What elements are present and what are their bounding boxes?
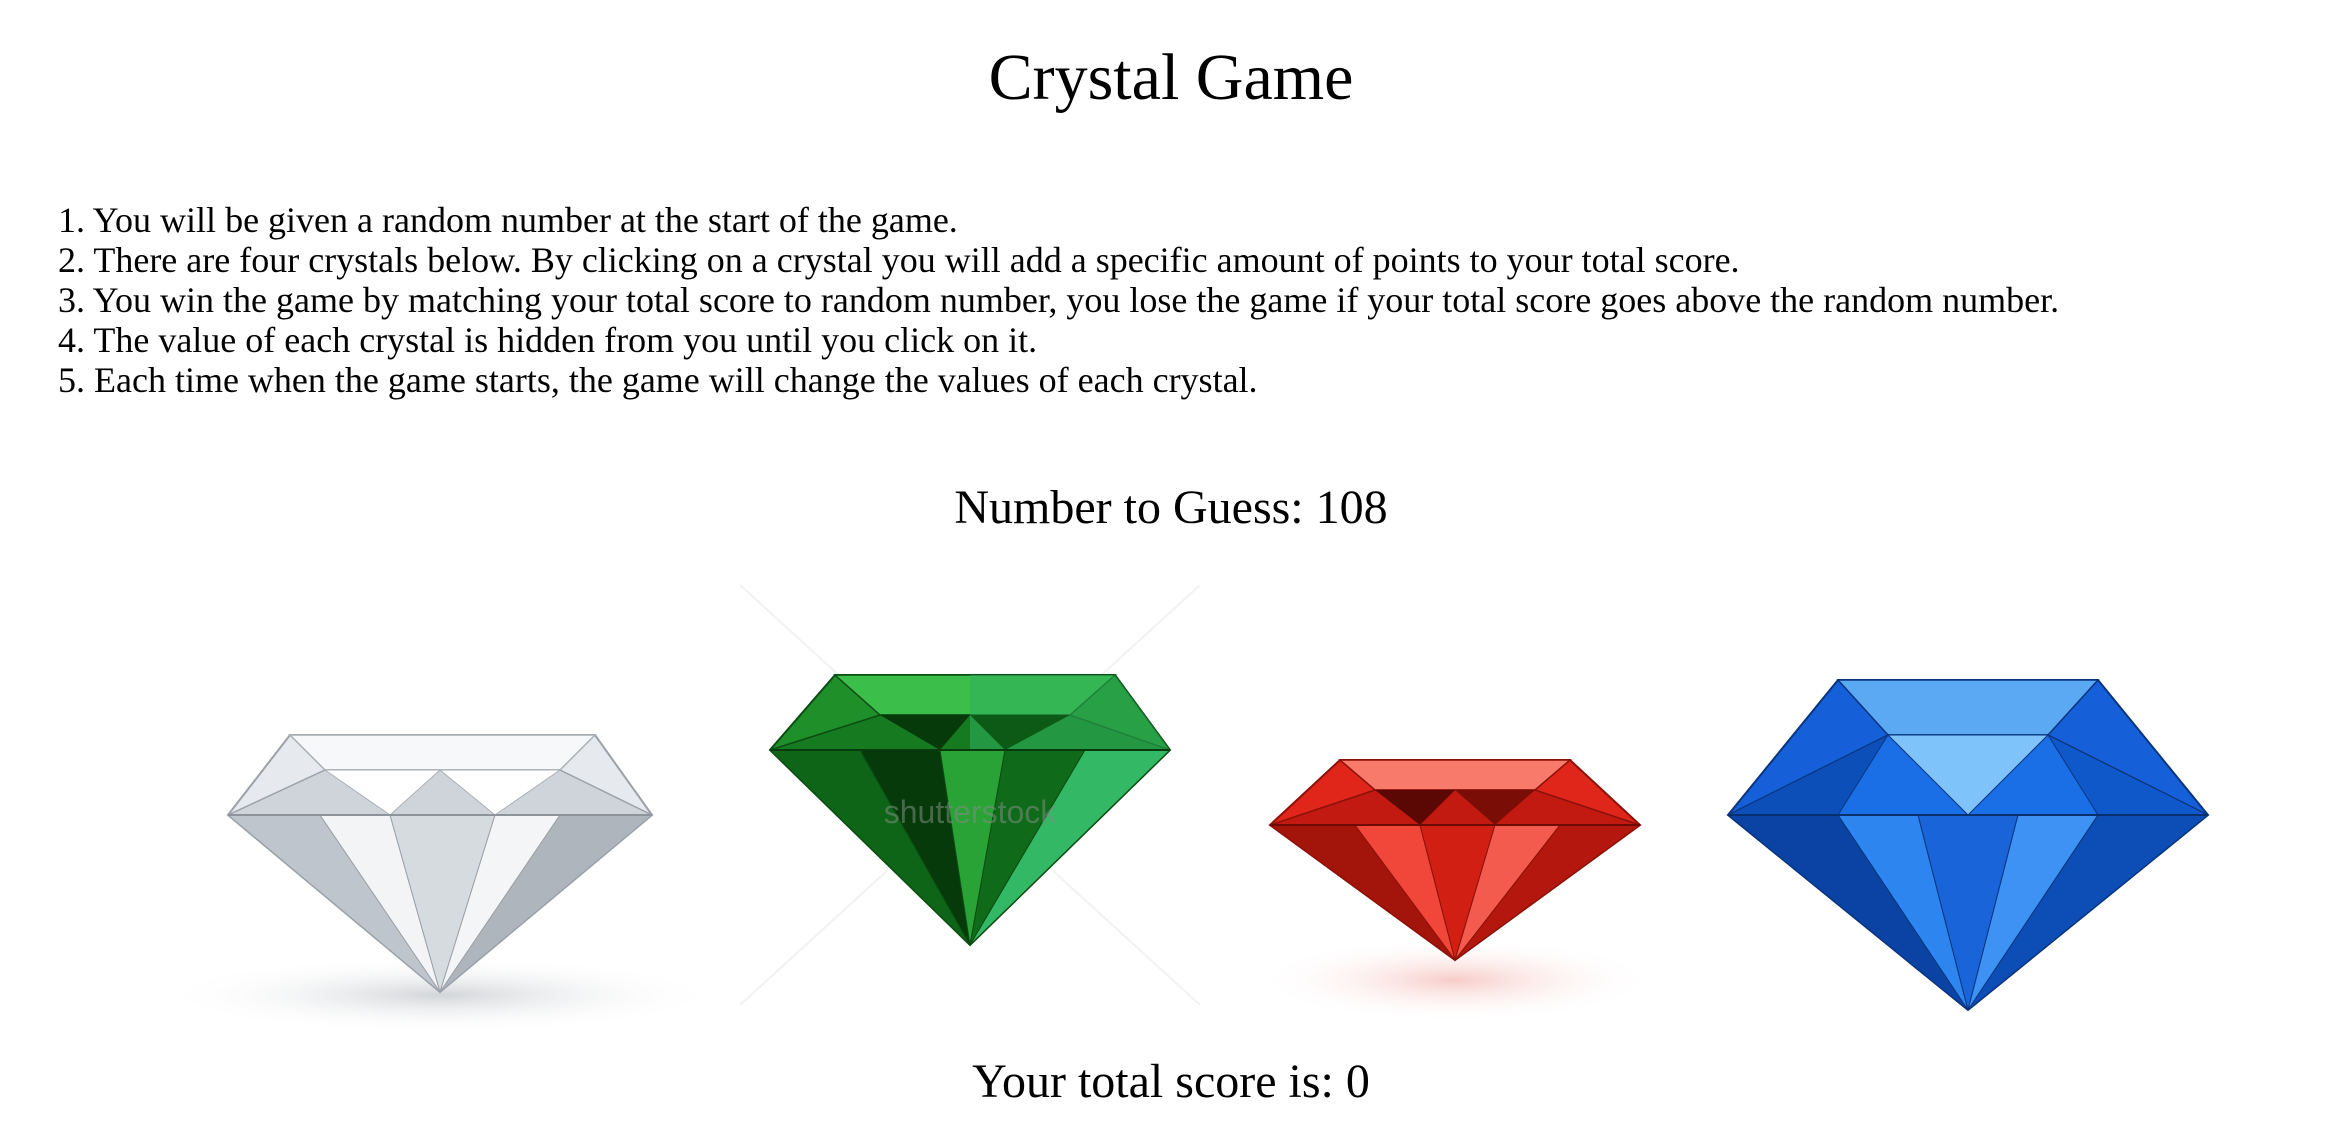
total-score: Your total score is: 0	[972, 1055, 1370, 1108]
rule-item: 1. You will be given a random number at …	[58, 200, 958, 240]
white-crystal-button[interactable]	[150, 710, 730, 1040]
watermark-text: shutterstock	[884, 794, 1058, 830]
rule-item: 5. Each time when the game starts, the g…	[58, 360, 1258, 400]
red-crystal-button[interactable]	[1235, 740, 1675, 1030]
rules-list: 1. You will be given a random number at …	[58, 200, 2059, 400]
red-ruby-icon	[1255, 759, 1655, 1022]
blue-crystal-button[interactable]	[1718, 665, 2218, 1020]
rule-item: 2. There are four crystals below. By cli…	[58, 240, 1740, 280]
number-to-guess: Number to Guess: 108	[954, 481, 1388, 534]
green-emerald-icon: shutterstock	[740, 585, 1200, 1005]
rule-item: 4. The value of each crystal is hidden f…	[58, 320, 1038, 360]
white-diamond-icon	[160, 734, 720, 1033]
green-crystal-button[interactable]: shutterstock	[740, 585, 1200, 1005]
rule-item: 3. You win the game by matching your tot…	[58, 280, 2060, 320]
blue-sapphire-icon	[1726, 679, 2210, 1012]
page-title: Crystal Game	[988, 41, 1354, 114]
